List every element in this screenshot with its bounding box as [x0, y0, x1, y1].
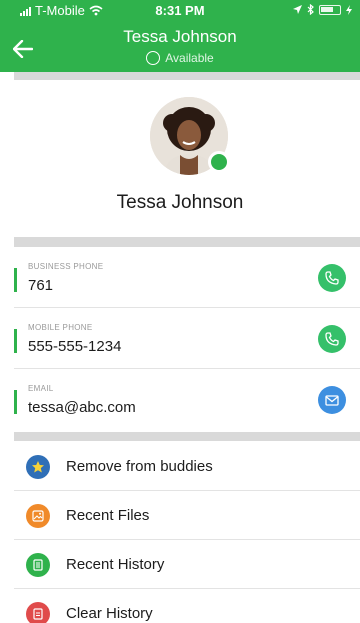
divider: [14, 237, 360, 247]
accent-bar: [14, 268, 17, 292]
menu-label: Recent Files: [66, 507, 150, 524]
availability-status: Available: [0, 51, 360, 65]
phone-icon: [325, 332, 339, 346]
profile-name: Tessa Johnson: [116, 192, 244, 213]
menu-item-clear-history[interactable]: Clear History: [14, 590, 360, 623]
battery-icon: [319, 4, 341, 15]
avatar[interactable]: [150, 97, 230, 175]
menu-item-remove-buddy[interactable]: Remove from buddies: [14, 443, 360, 491]
menu-label: Recent History: [66, 556, 165, 573]
contact-label: EMAIL: [28, 384, 54, 393]
phone-icon: [325, 271, 339, 285]
availability-dot-icon: [146, 51, 161, 65]
accent-bar: [14, 390, 17, 414]
header-title: Tessa Johnson: [123, 27, 237, 46]
star-icon: [26, 455, 50, 479]
menu-label: Remove from buddies: [66, 458, 213, 475]
history-icon: [26, 553, 50, 577]
mail-icon: [325, 394, 339, 406]
accent-bar: [14, 329, 17, 353]
bluetooth-icon: [307, 4, 314, 15]
menu-item-recent-files[interactable]: Recent Files: [14, 492, 360, 540]
menu-item-recent-history[interactable]: Recent History: [14, 541, 360, 589]
location-icon: [293, 5, 302, 14]
presence-indicator: [208, 151, 230, 173]
status-right: [293, 4, 352, 15]
contact-label: BUSINESS PHONE: [28, 262, 104, 271]
contact-label: MOBILE PHONE: [28, 323, 93, 332]
availability-label: Available: [165, 51, 214, 65]
call-business-button[interactable]: [318, 264, 346, 292]
divider: [14, 72, 360, 80]
contact-row-business-phone: BUSINESS PHONE 761: [14, 250, 360, 308]
charging-icon: [346, 4, 352, 15]
contact-row-mobile-phone: MOBILE PHONE 555-555-1234: [14, 311, 360, 369]
status-bar: T-Mobile 8:31 PM: [0, 0, 360, 20]
contact-value[interactable]: 555-555-1234: [28, 338, 121, 355]
contact-value[interactable]: 761: [28, 277, 53, 294]
email-button[interactable]: [318, 386, 346, 414]
menu-label: Clear History: [66, 605, 153, 622]
call-mobile-button[interactable]: [318, 325, 346, 353]
divider: [14, 432, 360, 441]
contact-row-email: EMAIL tessa@abc.com: [14, 372, 360, 430]
image-icon: [26, 504, 50, 528]
contact-value[interactable]: tessa@abc.com: [28, 399, 136, 416]
app-header: T-Mobile 8:31 PM Tessa Johnson Available: [0, 0, 360, 72]
trash-icon: [26, 602, 50, 623]
